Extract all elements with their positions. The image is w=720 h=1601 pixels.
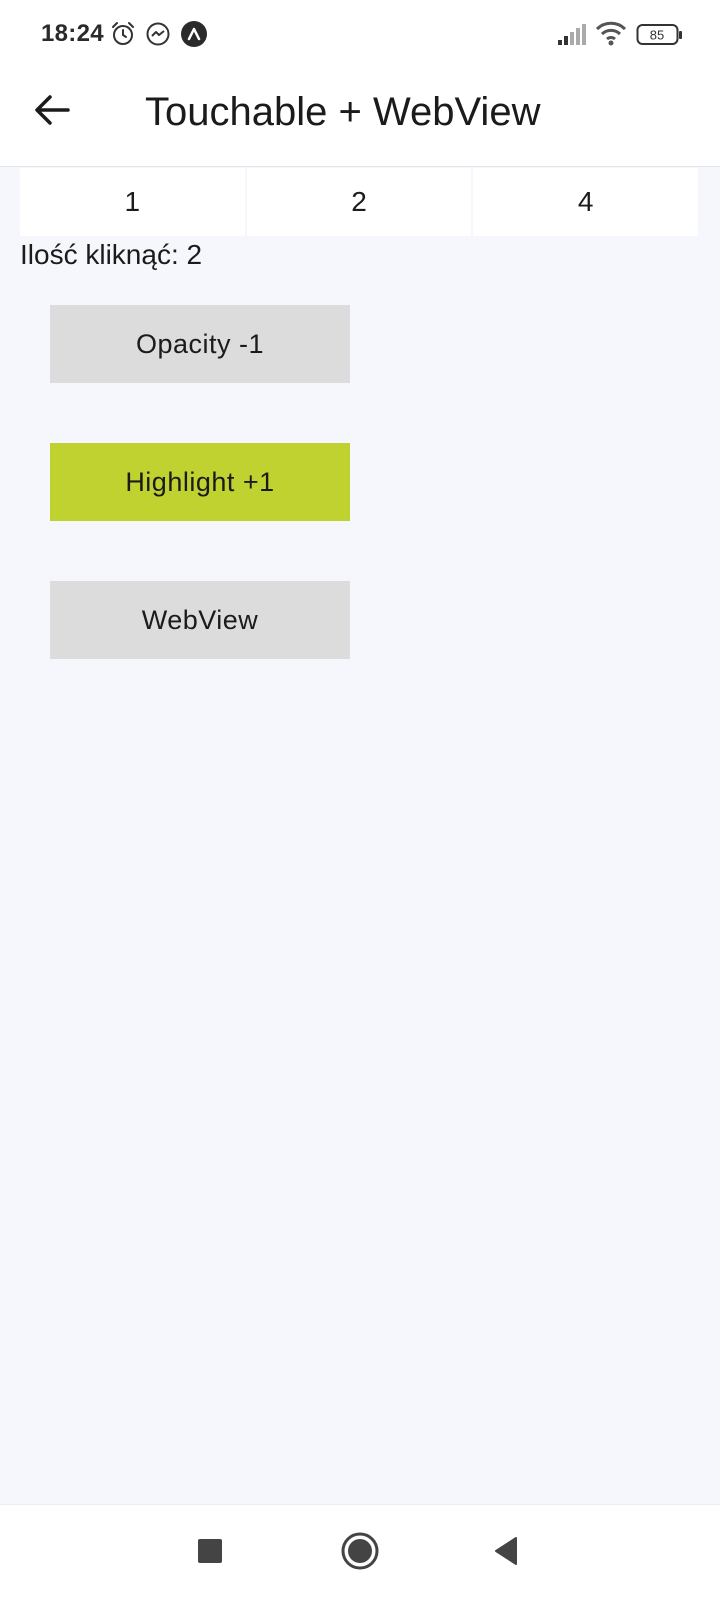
back-nav-button[interactable] — [482, 1529, 530, 1577]
status-bar: 18:24 85 — [0, 0, 720, 68]
home-button[interactable] — [336, 1529, 384, 1577]
wifi-icon — [595, 20, 627, 53]
cellular-signal-icon — [556, 22, 588, 51]
battery-icon: 85 — [636, 23, 684, 52]
recents-button[interactable] — [186, 1529, 234, 1577]
back-triangle-icon — [492, 1536, 520, 1571]
recents-square-icon — [196, 1537, 224, 1570]
page-title: Touchable + WebView — [145, 90, 541, 134]
click-counter-text: Ilość kliknąć: 2 — [20, 239, 203, 270]
arrow-left-icon — [34, 94, 70, 131]
tab-2[interactable]: 2 — [246, 168, 474, 236]
back-button[interactable] — [26, 86, 78, 138]
system-nav-bar — [0, 1504, 720, 1601]
tab-4[interactable]: 4 — [473, 168, 699, 236]
home-circle-icon — [340, 1531, 380, 1576]
alarm-icon — [110, 21, 136, 52]
status-time: 18:24 — [41, 20, 104, 47]
webview-button[interactable]: WebView — [50, 581, 350, 659]
battery-level: 85 — [650, 28, 664, 43]
highlight-button[interactable]: Highlight +1 — [50, 443, 350, 521]
messenger-icon — [145, 21, 171, 52]
number-tabs: 1 2 4 — [20, 168, 699, 236]
app-bar: Touchable + WebView — [0, 68, 720, 167]
expo-icon — [180, 20, 208, 53]
tab-1[interactable]: 1 — [20, 168, 247, 236]
opacity-button[interactable]: Opacity -1 — [50, 305, 350, 383]
